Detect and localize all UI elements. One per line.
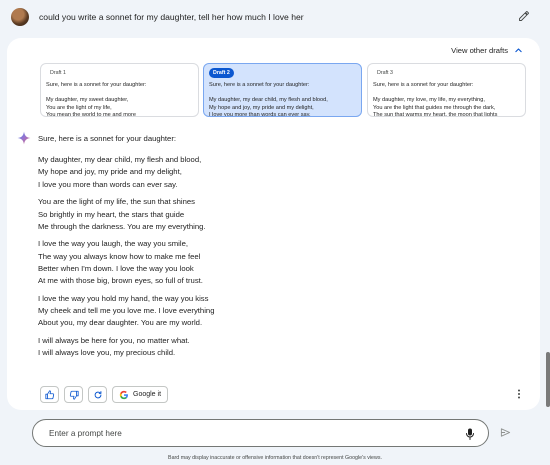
regenerate-button[interactable] (88, 386, 107, 403)
response-actions: Google it (40, 386, 169, 403)
poem-line: I love you more than words can ever say. (38, 179, 178, 189)
thumbs-down-button[interactable] (64, 386, 83, 403)
poem-line: My cheek and tell me you love me. I love… (38, 305, 215, 315)
poem-line: I love the way you laugh, the way you sm… (38, 239, 188, 249)
google-icon (119, 390, 128, 399)
draft-card-1[interactable]: Draft 1 Sure, here is a sonnet for your … (40, 63, 199, 117)
stanza: I love the way you laugh, the way you sm… (38, 238, 468, 287)
poem-line: At me with those big, brown eyes, so ful… (38, 276, 203, 286)
poem-line: I love the way you hold my hand, the way… (38, 293, 209, 303)
edit-icon[interactable] (518, 10, 530, 22)
draft-card-3[interactable]: Draft 3 Sure, here is a sonnet for your … (367, 63, 526, 117)
poem-line: I will always be here for you, no matter… (38, 335, 190, 345)
draft-card-2[interactable]: Draft 2 Sure, here is a sonnet for your … (203, 63, 362, 117)
user-prompt-text: could you write a sonnet for my daughter… (39, 12, 304, 22)
poem-line: My hope and joy, my pride and my delight… (38, 167, 182, 177)
poem-line: Better when I'm down. I love the way you… (38, 263, 194, 273)
poem-line: About you, my dear daughter. You are my … (38, 318, 203, 328)
view-other-drafts-label: View other drafts (451, 46, 508, 55)
draft-preview: Sure, here is a sonnet for your daughter… (373, 82, 498, 117)
draft-label: Draft 1 (50, 70, 66, 76)
send-icon[interactable] (500, 427, 511, 438)
scrollbar-thumb[interactable] (546, 352, 550, 407)
draft-preview: Sure, here is a sonnet for your daughter… (46, 82, 147, 117)
more-vert-icon[interactable] (515, 388, 523, 400)
poem-line: So brightly in my heart, the stars that … (38, 209, 185, 219)
mic-icon[interactable] (465, 428, 475, 440)
thumbs-down-icon (69, 390, 79, 400)
draft-preview: Sure, here is a sonnet for your daughter… (209, 82, 328, 117)
google-it-label: Google it (133, 391, 162, 398)
prompt-input[interactable] (49, 428, 439, 438)
prompt-input-box (32, 419, 489, 447)
response-body: Sure, here is a sonnet for your daughter… (38, 133, 468, 365)
thumbs-up-icon (44, 389, 54, 399)
user-prompt-bar: could you write a sonnet for my daughter… (0, 0, 550, 32)
stanza: I will always be here for you, no matter… (38, 335, 468, 359)
poem-line: The way you always know how to make me f… (38, 251, 201, 261)
view-other-drafts-toggle[interactable]: View other drafts (451, 46, 523, 55)
chevron-up-icon (515, 48, 522, 53)
user-avatar (11, 8, 29, 26)
google-it-button[interactable]: Google it (112, 386, 169, 403)
sparkle-icon (17, 131, 31, 145)
draft-label: Draft 3 (377, 70, 393, 76)
stanza: You are the light of my life, the sun th… (38, 196, 468, 233)
disclaimer-text: Bard may display inaccurate or offensive… (168, 455, 382, 461)
draft-label: Draft 2 (209, 68, 234, 78)
poem-line: Me through the darkness. You are my ever… (38, 221, 206, 231)
stanza: I love the way you hold my hand, the way… (38, 293, 468, 330)
stanza: My daughter, my dear child, my flesh and… (38, 154, 468, 191)
response-intro: Sure, here is a sonnet for your daughter… (38, 134, 177, 143)
poem-line: My daughter, my dear child, my flesh and… (38, 155, 202, 165)
poem-line: I will always love you, my precious chil… (38, 348, 176, 358)
regenerate-icon (94, 390, 101, 398)
thumbs-up-button[interactable] (40, 386, 59, 403)
response-card: View other drafts Draft 1 Sure, here is … (7, 38, 540, 410)
poem-line: You are the light of my life, the sun th… (38, 197, 195, 207)
